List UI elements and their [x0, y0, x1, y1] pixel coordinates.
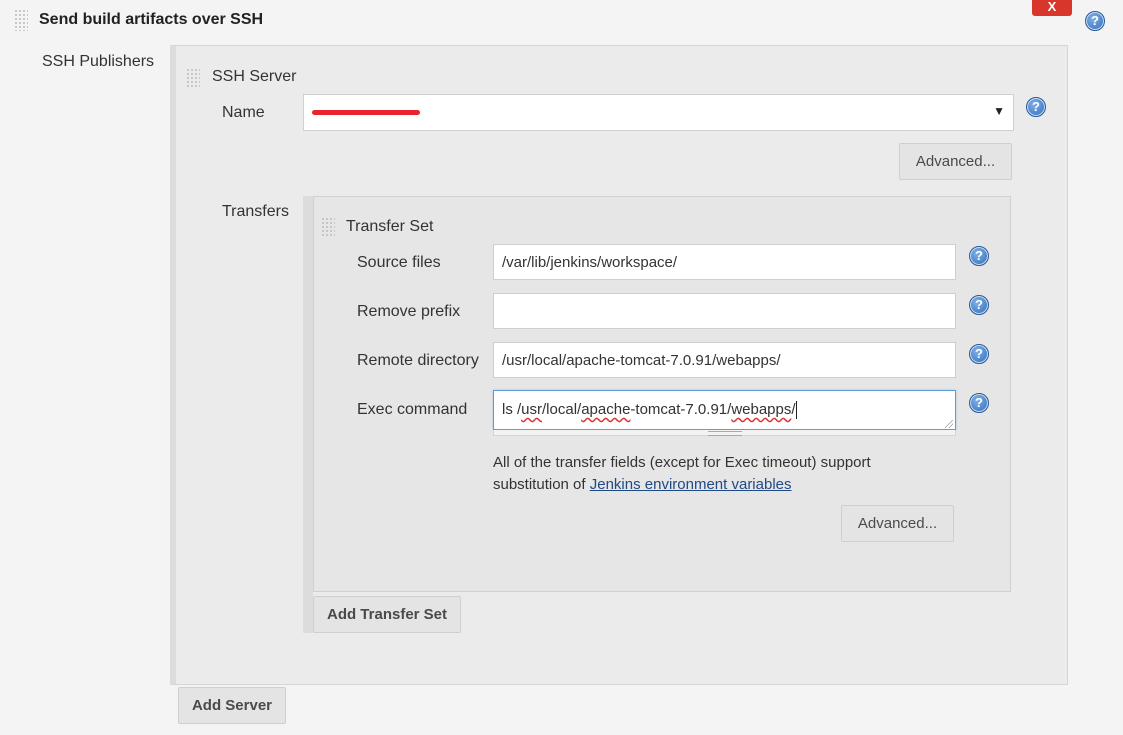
textarea-expand-handle[interactable] — [493, 430, 956, 436]
server-name-select[interactable]: ▼ — [303, 94, 1014, 131]
help-icon[interactable]: ? — [969, 393, 989, 413]
remove-prefix-input[interactable] — [493, 293, 956, 329]
redacted-value — [312, 110, 420, 115]
help-icon[interactable]: ? — [969, 295, 989, 315]
jenkins-env-vars-link[interactable]: Jenkins environment variables — [590, 476, 792, 493]
drag-handle-icon[interactable] — [321, 217, 335, 237]
ssh-server-title: SSH Server — [212, 68, 297, 85]
name-label: Name — [222, 104, 265, 121]
section-title: Send build artifacts over SSH — [39, 11, 264, 28]
ssh-publishers-label: SSH Publishers — [42, 53, 155, 70]
help-icon[interactable]: ? — [969, 246, 989, 266]
close-icon: X — [1047, 0, 1057, 14]
exec-command-textarea[interactable]: ls /usr/local/apache-tomcat-7.0.91/webap… — [493, 390, 956, 430]
drag-handle-icon[interactable] — [14, 9, 28, 31]
help-icon[interactable]: ? — [1085, 11, 1105, 31]
source-files-input[interactable]: /var/lib/jenkins/workspace/ — [493, 244, 956, 280]
remote-directory-value: /usr/local/apache-tomcat-7.0.91/webapps/ — [502, 351, 781, 369]
source-files-label: Source files — [357, 254, 441, 271]
remote-directory-label: Remote directory — [357, 352, 479, 369]
expand-handle-icon — [708, 431, 742, 436]
exec-command-value: ls /usr/local/apache-tomcat-7.0.91/webap… — [502, 400, 797, 420]
delete-section-button[interactable]: X — [1032, 0, 1072, 16]
text-cursor — [795, 401, 797, 420]
resize-grip-icon[interactable] — [945, 420, 953, 428]
transfers-list — [303, 196, 313, 633]
remote-directory-input[interactable]: /usr/local/apache-tomcat-7.0.91/webapps/ — [493, 342, 956, 378]
transfers-label: Transfers — [222, 203, 289, 220]
help-icon[interactable]: ? — [969, 344, 989, 364]
transfer-info-text: All of the transfer fields (except for E… — [493, 454, 871, 493]
server-advanced-button[interactable]: Advanced... — [899, 143, 1012, 180]
source-files-value: /var/lib/jenkins/workspace/ — [502, 253, 678, 271]
drag-handle-icon[interactable] — [186, 68, 200, 88]
transfer-advanced-button[interactable]: Advanced... — [841, 505, 954, 542]
add-transfer-set-button[interactable]: Add Transfer Set — [313, 596, 461, 633]
transfer-set-title: Transfer Set — [346, 218, 434, 235]
remove-prefix-label: Remove prefix — [357, 303, 461, 320]
add-server-button[interactable]: Add Server — [178, 687, 286, 724]
help-icon[interactable]: ? — [1026, 97, 1046, 117]
chevron-down-icon: ▼ — [993, 104, 1005, 118]
exec-command-label: Exec command — [357, 401, 468, 418]
